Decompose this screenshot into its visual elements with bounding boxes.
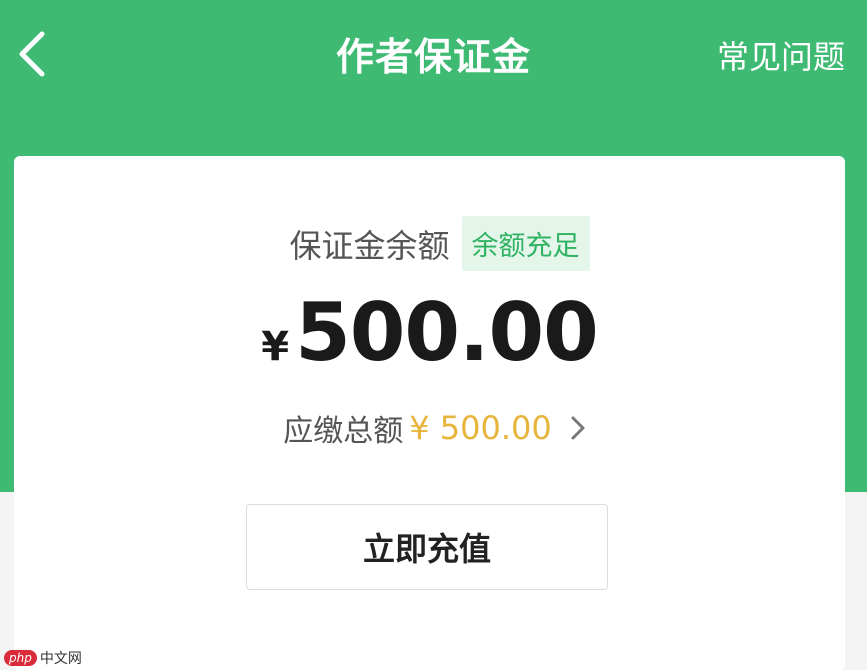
site-watermark: php 中文网 [4,648,82,668]
balance-amount: 500.00 [295,286,599,379]
due-amount-row[interactable]: 应缴总额 ¥ 500.00 [14,406,845,450]
balance-amount-row: ¥ 500.00 [14,286,845,379]
chevron-right-icon [571,416,585,440]
due-label: 应缴总额 [283,414,404,449]
recharge-button[interactable]: 立即充值 [246,504,608,590]
faq-link[interactable]: 常见问题 [717,32,845,78]
currency-symbol: ¥ [261,324,290,370]
deposit-card: 保证金余额 余额充足 ¥ 500.00 应缴总额 ¥ 500.00 立即充值 [14,156,845,670]
balance-row: 保证金余额 余额充足 [14,216,845,271]
watermark-text: 中文网 [39,651,82,667]
balance-label: 保证金余额 [289,226,450,265]
due-amount: ¥ 500.00 [409,409,552,447]
watermark-logo: php [4,650,37,666]
status-badge: 余额充足 [461,216,590,271]
